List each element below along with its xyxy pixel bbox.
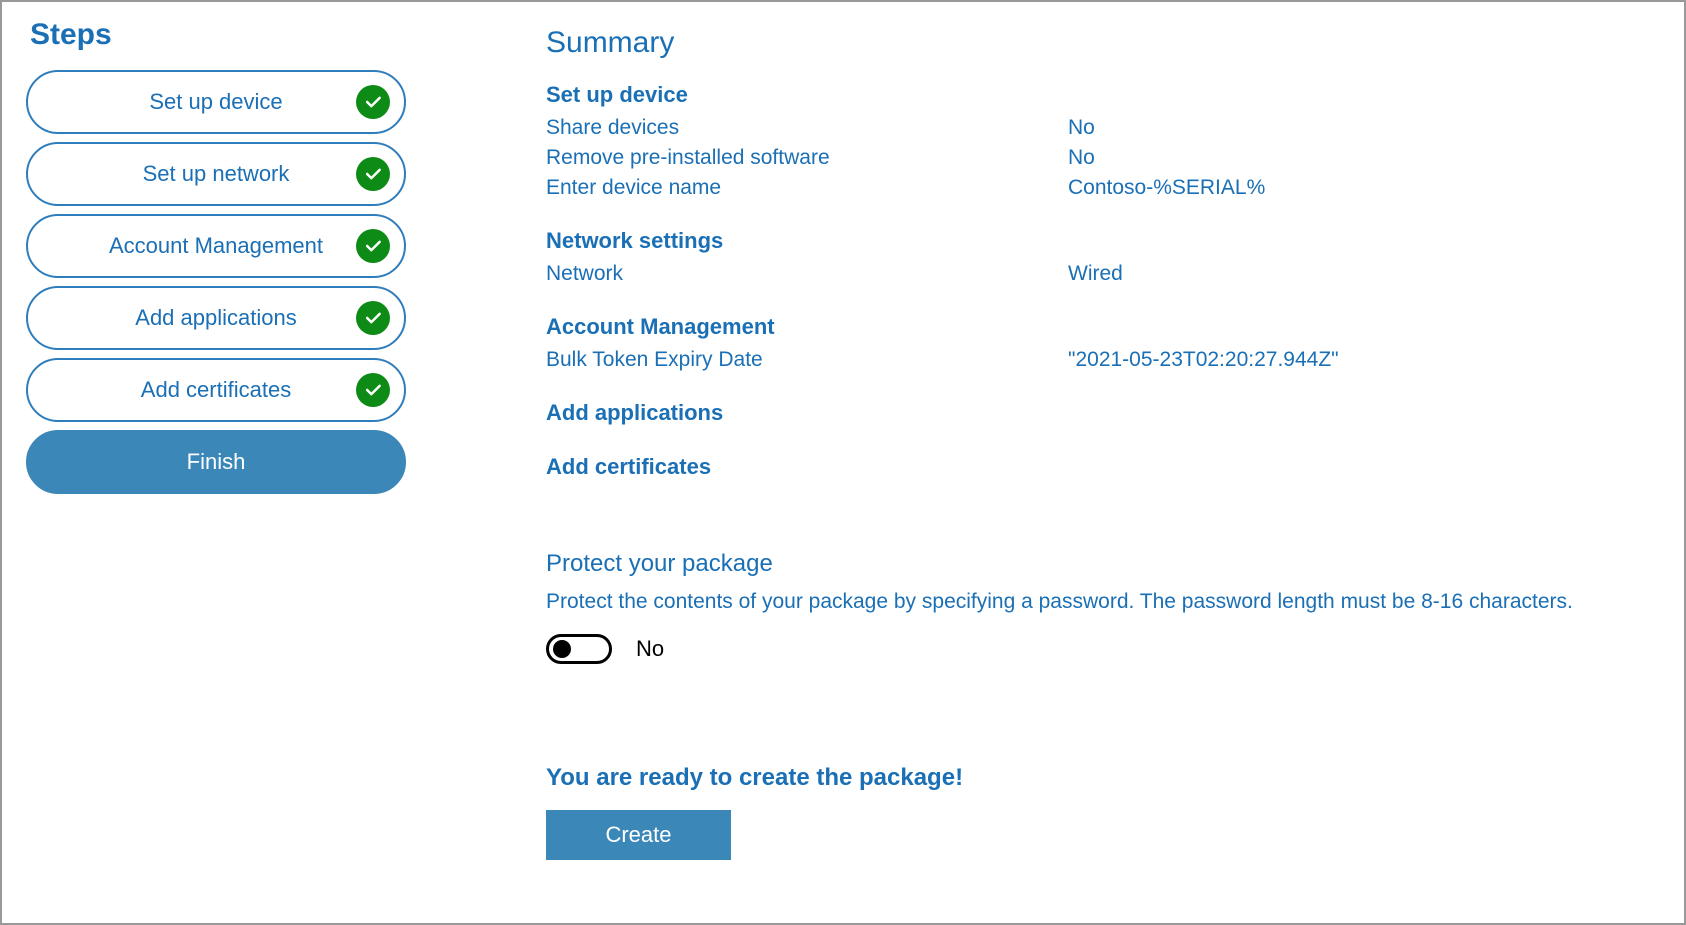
row-share-devices: Share devices No xyxy=(546,116,1660,140)
kv-value: Wired xyxy=(1068,262,1660,286)
section-heading-network: Network settings xyxy=(546,228,1660,254)
checkmark-icon xyxy=(356,373,390,407)
kv-value: No xyxy=(1068,116,1660,140)
section-heading-setup-device: Set up device xyxy=(546,82,1660,108)
checkmark-icon xyxy=(356,157,390,191)
kv-label: Network xyxy=(546,262,1068,286)
ready-text: You are ready to create the package! xyxy=(546,764,1660,792)
step-label: Account Management xyxy=(109,233,323,259)
protect-toggle-label: No xyxy=(636,636,664,662)
protect-toggle-row: No xyxy=(546,634,1660,664)
protect-toggle[interactable] xyxy=(546,634,612,664)
step-set-up-device[interactable]: Set up device xyxy=(26,70,406,134)
kv-label: Share devices xyxy=(546,116,1068,140)
steps-title: Steps xyxy=(30,18,406,52)
step-label: Set up network xyxy=(143,161,290,187)
step-add-applications[interactable]: Add applications xyxy=(26,286,406,350)
summary-panel: Summary Set up device Share devices No R… xyxy=(546,18,1660,907)
step-set-up-network[interactable]: Set up network xyxy=(26,142,406,206)
kv-label: Remove pre-installed software xyxy=(546,146,1068,170)
row-network: Network Wired xyxy=(546,262,1660,286)
kv-label: Bulk Token Expiry Date xyxy=(546,348,1068,372)
row-remove-software: Remove pre-installed software No xyxy=(546,146,1660,170)
step-add-certificates[interactable]: Add certificates xyxy=(26,358,406,422)
step-account-management[interactable]: Account Management xyxy=(26,214,406,278)
step-finish[interactable]: Finish xyxy=(26,430,406,494)
kv-value: No xyxy=(1068,146,1660,170)
row-device-name: Enter device name Contoso-%SERIAL% xyxy=(546,176,1660,200)
step-label: Add applications xyxy=(135,305,296,331)
checkmark-icon xyxy=(356,85,390,119)
steps-sidebar: Steps Set up device Set up network Accou… xyxy=(26,18,406,907)
section-heading-add-certificates: Add certificates xyxy=(546,454,1660,480)
kv-label: Enter device name xyxy=(546,176,1068,200)
section-heading-account: Account Management xyxy=(546,314,1660,340)
checkmark-icon xyxy=(356,229,390,263)
kv-value: "2021-05-23T02:20:27.944Z" xyxy=(1068,348,1660,372)
summary-title: Summary xyxy=(546,26,1660,60)
step-label: Finish xyxy=(187,449,246,475)
checkmark-icon xyxy=(356,301,390,335)
kv-value: Contoso-%SERIAL% xyxy=(1068,176,1660,200)
section-heading-add-applications: Add applications xyxy=(546,400,1660,426)
row-bulk-token: Bulk Token Expiry Date "2021-05-23T02:20… xyxy=(546,348,1660,372)
step-label: Set up device xyxy=(149,89,282,115)
protect-description: Protect the contents of your package by … xyxy=(546,590,1660,614)
create-button[interactable]: Create xyxy=(546,810,731,860)
toggle-knob-icon xyxy=(553,640,571,658)
protect-title: Protect your package xyxy=(546,550,1660,578)
step-label: Add certificates xyxy=(141,377,291,403)
